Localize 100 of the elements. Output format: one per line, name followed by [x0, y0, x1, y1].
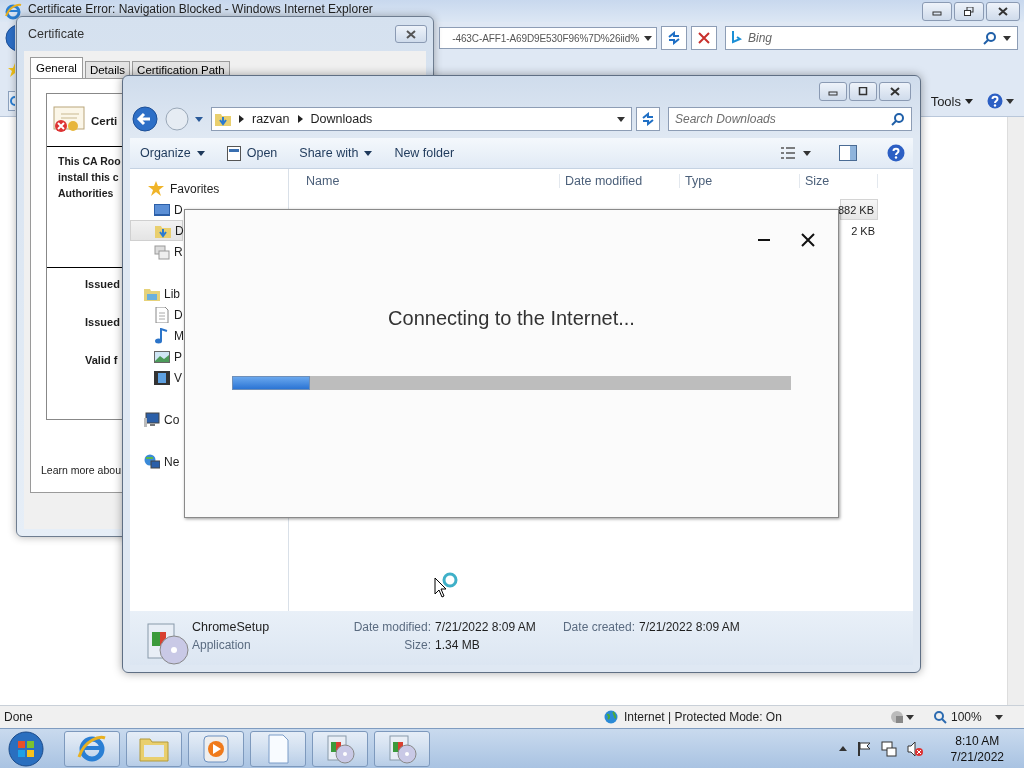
restore-button[interactable] [954, 1, 984, 21]
status-message: Connecting to the Internet... [388, 307, 635, 330]
toolbar-button[interactable]: Share with [299, 146, 373, 160]
nav-item[interactable]: Lib [130, 283, 183, 304]
file-row[interactable]: 882 KB [840, 199, 878, 220]
maximize-icon [858, 86, 868, 96]
document-icon [154, 306, 170, 323]
breadcrumb-item[interactable]: Downloads [310, 112, 373, 126]
close-icon [890, 86, 900, 96]
refresh-icon [667, 31, 681, 45]
nav-item[interactable]: D [130, 199, 183, 220]
nav-item[interactable]: P [130, 346, 183, 367]
close-icon[interactable] [800, 232, 816, 248]
search-field[interactable]: Bing [725, 26, 1018, 50]
nav-item[interactable]: V [130, 367, 183, 388]
nav-item[interactable]: Favorites [130, 178, 288, 199]
address-bar[interactable]: razvan Downloads [211, 107, 632, 131]
close-button[interactable] [986, 1, 1020, 21]
installer-icon [386, 732, 418, 765]
close-icon [406, 29, 416, 39]
clock-date: 7/21/2022 [950, 748, 1004, 765]
back-button[interactable] [131, 106, 161, 132]
help-icon[interactable] [887, 144, 905, 162]
close-button[interactable] [879, 81, 911, 101]
search-engine-icon [732, 31, 742, 45]
file-row[interactable]: 2 KB [840, 220, 878, 241]
close-button[interactable] [395, 25, 427, 43]
clock[interactable]: 8:10 AM 7/21/2022 [950, 732, 1004, 765]
restore-icon [964, 6, 974, 16]
toolbar-button[interactable]: Open [226, 145, 278, 161]
back-button[interactable] [4, 23, 15, 53]
recent-places-icon [154, 243, 170, 260]
caret-icon [617, 116, 625, 122]
file-size: 882 KB [837, 203, 874, 216]
field-label: Valid f [85, 354, 118, 366]
refresh-button[interactable] [636, 107, 660, 131]
refresh-button[interactable] [661, 26, 687, 50]
film-icon [154, 369, 170, 386]
nav-item[interactable]: Ne [130, 451, 183, 472]
network-icon[interactable] [880, 740, 897, 757]
taskbar-button[interactable] [64, 730, 120, 767]
taskbar-button[interactable] [250, 730, 306, 767]
nav-item[interactable]: D [130, 304, 183, 325]
view-button[interactable] [781, 147, 811, 159]
stop-button[interactable] [691, 26, 717, 50]
preview-pane-icon[interactable] [839, 145, 857, 161]
caret-icon [803, 150, 811, 156]
toolbar-button[interactable]: Organize [140, 146, 205, 160]
address-field[interactable]: -463C-AFF1-A69D9E530F96%7D%26iid% [439, 27, 657, 49]
speaker-muted-icon[interactable] [906, 740, 923, 757]
nav-item[interactable]: M [130, 325, 183, 346]
desktop-icon [154, 201, 170, 218]
taskbar-button[interactable] [312, 730, 368, 767]
show-hidden-icons-button[interactable] [838, 746, 847, 751]
scrollbar[interactable] [1007, 117, 1024, 705]
caret-icon [195, 116, 203, 122]
star-icon [8, 63, 15, 77]
clock-time: 8:10 AM [955, 732, 1000, 749]
busy-cursor-icon [434, 571, 460, 599]
installer-icon [324, 732, 356, 765]
field-value: 7/21/2022 8:09 AM [639, 620, 741, 636]
tab[interactable]: General [30, 57, 83, 78]
close-icon [998, 6, 1008, 16]
nav-item[interactable]: D [130, 220, 183, 241]
toolbar-button[interactable]: New folder [394, 146, 455, 160]
security-settings-icon[interactable] [890, 710, 906, 724]
tools-menu[interactable]: Tools [926, 93, 977, 109]
flag-icon[interactable] [856, 740, 871, 757]
caret-icon [196, 150, 205, 156]
field-label: Issued [85, 316, 120, 328]
search-icon [983, 31, 997, 45]
view-list-icon [781, 147, 795, 159]
close-icon [698, 32, 710, 44]
refresh-icon [641, 112, 655, 126]
search-field[interactable]: Search Downloads [668, 107, 912, 131]
globe-icon [604, 710, 618, 724]
field-value: 1.34 MB [435, 638, 481, 654]
breadcrumb-item[interactable]: razvan [252, 112, 290, 126]
zoom-button[interactable]: 100% [934, 710, 1003, 724]
start-button[interactable] [6, 729, 46, 768]
column-header[interactable]: Name [301, 174, 560, 188]
chevron-icon [297, 115, 303, 123]
column-header[interactable]: Size [800, 174, 878, 188]
caret-icon [965, 98, 973, 104]
help-button[interactable] [987, 93, 1014, 109]
learn-more-link[interactable]: Learn more abou [41, 464, 121, 476]
caret-icon [644, 35, 652, 41]
maximize-button[interactable] [849, 81, 877, 101]
certificate-info-text: install this c [58, 170, 119, 185]
status-text: Done [4, 710, 34, 724]
tab[interactable]: Details [84, 61, 131, 78]
column-header[interactable]: Type [680, 174, 800, 188]
nav-item[interactable]: Co [130, 409, 183, 430]
zoom-text: 100% [951, 710, 983, 724]
file-name: ChromeSetup [192, 620, 271, 636]
taskbar-button[interactable] [374, 730, 430, 767]
nav-item[interactable]: R [130, 241, 183, 262]
field-label: Size: [403, 638, 432, 654]
column-header[interactable]: Date modified [560, 174, 680, 188]
security-zone-text: Internet | Protected Mode: On [624, 710, 783, 724]
